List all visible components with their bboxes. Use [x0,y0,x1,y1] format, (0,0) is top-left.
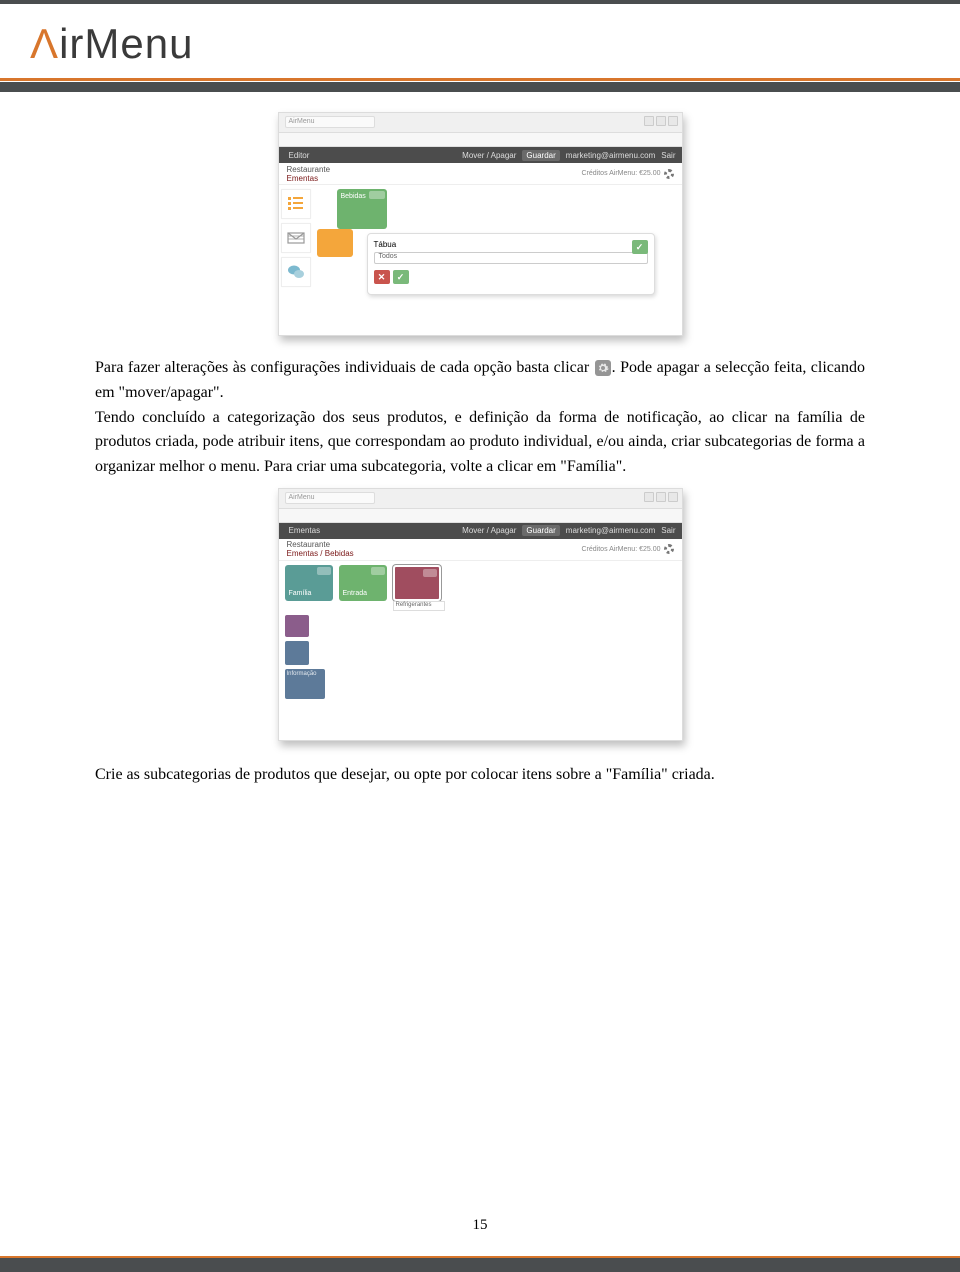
address-bar [279,509,682,523]
sair-label: Sair [661,151,675,160]
sidebar-icons [281,189,311,287]
user-label: marketing@airmenu.com [566,526,655,535]
app-toolbar: Ementas Mover / Apagar Guardar marketing… [279,523,682,539]
ementas-label: Ementas [289,526,321,535]
breadcrumb: Ementas / Bebidas [287,549,354,558]
app-subheader: Restaurante Ementas Créditos AirMenu: €2… [279,163,682,185]
gear-icon [664,169,674,179]
sair-label: Sair [661,526,675,535]
bebidas-tile: Bebidas [337,189,387,229]
screenshot-tiles-panel: AirMenu Ementas Mover / Apagar Guardar m… [278,488,683,741]
page-header: ΛirMenu [0,4,960,78]
dropdown-field: Todos [374,252,648,264]
logo-text: irMenu [59,20,193,67]
side-stubs: Informação [285,615,325,699]
browser-chrome: AirMenu [279,113,682,133]
window-controls [644,492,678,502]
app-toolbar: Editor Mover / Apagar Guardar marketing@… [279,147,682,163]
entrada-tile: Entrada [339,565,387,601]
info-tile: Informação [285,669,325,699]
confirm-tick-icon: ✓ [632,240,648,254]
familia-tile: Família [285,565,333,601]
paragraph-instructions-1: Para fazer alterações às configurações i… [95,356,865,480]
tile-row: Família Entrada Refrigerantes [285,565,441,601]
breadcrumb-top: Restaurante [287,165,331,174]
panel-body: Família Entrada Refrigerantes Informação [279,561,682,740]
para1-part3: Tendo concluído a categorização dos seus… [95,409,865,476]
header-orange-line [0,78,960,81]
tile-caption: Refrigerantes [393,601,445,611]
screenshot-editor-panel: AirMenu Editor Mover / Apagar Guardar ma… [278,112,683,336]
mover-apagar-label: Mover / Apagar [462,526,516,535]
refrigerantes-tile: Refrigerantes [393,565,441,601]
credits-label: Créditos AirMenu: €25.00 [582,169,674,179]
gear-icon [664,544,674,554]
browser-tab: AirMenu [285,492,375,504]
breadcrumb-top: Restaurante [287,540,354,549]
app-subheader: Restaurante Ementas / Bebidas Créditos A… [279,539,682,561]
airmenu-logo: ΛirMenu [30,20,930,68]
mover-apagar-label: Mover / Apagar [462,151,516,160]
paragraph-instructions-2: Crie as subcategorias de produtos que de… [95,763,865,788]
guardar-button: Guardar [522,150,559,161]
document-content: AirMenu Editor Mover / Apagar Guardar ma… [0,92,960,788]
blue-stub-tile [285,641,309,665]
accept-check-icon: ✓ [393,270,409,284]
logo-lambda: Λ [30,20,59,67]
window-controls [644,116,678,126]
para1-part1: Para fazer alterações às configurações i… [95,359,594,376]
browser-tab: AirMenu [285,116,375,128]
field-label: Tábua [374,240,648,249]
header-dark-line [0,82,960,92]
breadcrumb: Ementas [287,174,331,183]
cancel-x-icon: ✕ [374,270,390,284]
chat-icon [281,257,311,287]
browser-chrome: AirMenu [279,489,682,509]
footer-bar [0,1256,960,1272]
envelope-icon [281,223,311,253]
purple-stub-tile [285,615,309,637]
page-number: 15 [0,1217,960,1234]
gear-icon [595,360,611,376]
credits-label: Créditos AirMenu: €25.00 [582,544,674,554]
user-label: marketing@airmenu.com [566,151,655,160]
address-bar [279,133,682,147]
edit-popup: ✓ Tábua Todos ✕ ✓ [367,233,655,295]
checklist-icon [281,189,311,219]
guardar-button: Guardar [522,525,559,536]
editor-label: Editor [289,151,310,160]
panel-body: Bebidas ✓ Tábua Todos ✕ ✓ [279,185,682,335]
